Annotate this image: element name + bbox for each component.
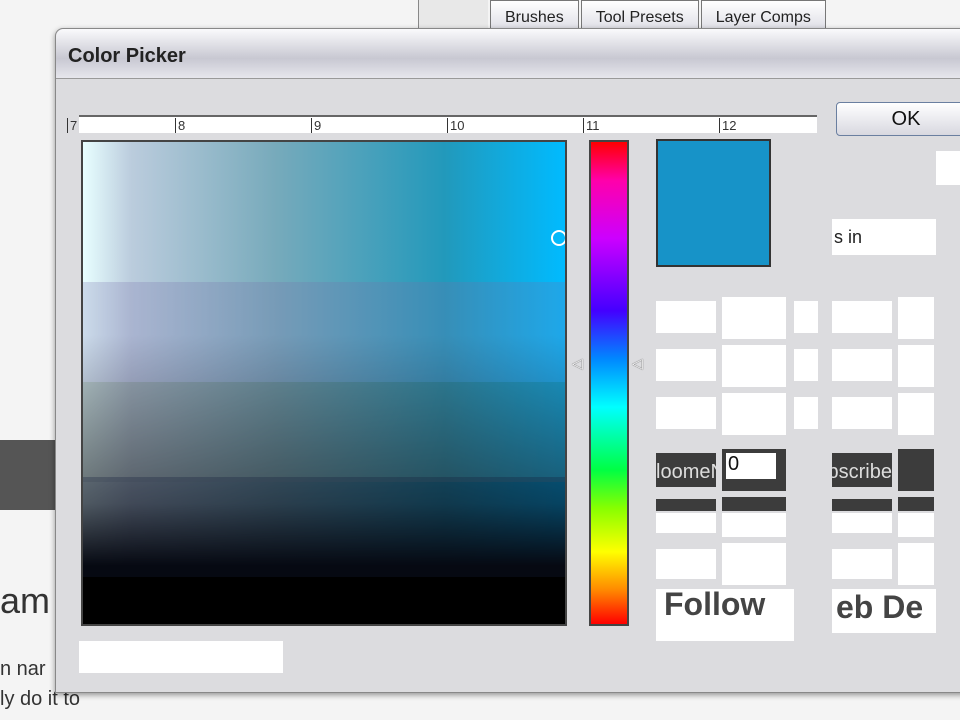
value-field[interactable]	[832, 397, 892, 429]
ruler-label: 11	[583, 118, 600, 133]
value-field[interactable]	[832, 549, 892, 579]
value-field[interactable]	[898, 393, 934, 435]
value-field[interactable]	[656, 513, 716, 533]
dialog-title: Color Picker	[68, 45, 186, 67]
dark-bar	[898, 497, 934, 511]
hex-field[interactable]	[79, 641, 283, 673]
background-heading: am	[0, 580, 51, 621]
color-selector-ring[interactable]	[551, 230, 565, 246]
value-field[interactable]	[722, 345, 786, 387]
value-field[interactable]	[794, 397, 818, 429]
overlay-text-follow: Follow	[656, 589, 794, 641]
ruler-label: 12	[719, 118, 736, 133]
overlay-text-subscribe: ubscribe	[832, 453, 892, 487]
dark-bar	[832, 499, 892, 511]
value-field[interactable]	[656, 549, 716, 579]
partial-text-field[interactable]: s in	[832, 219, 936, 255]
hue-slider-right-arrow[interactable]: ◁	[632, 355, 643, 372]
value-field[interactable]	[898, 513, 934, 537]
value-field[interactable]	[898, 543, 934, 585]
background-text-line: n nar	[0, 658, 46, 680]
button-placeholder	[936, 151, 960, 185]
value-field[interactable]	[656, 349, 716, 381]
value-field[interactable]	[898, 297, 934, 339]
field-band	[83, 282, 565, 382]
value-field[interactable]	[898, 345, 934, 387]
background-dark-band	[0, 440, 56, 510]
dialog-titlebar[interactable]: Color Picker	[56, 29, 960, 79]
value-field[interactable]	[832, 513, 892, 533]
selected-color-swatch	[656, 139, 771, 267]
overlay-text-bloomer: loomeN	[656, 453, 716, 487]
color-picker-dialog: Color Picker 7 8 9 10 11 12 ◁ ◁ OK s in …	[55, 28, 960, 693]
value-field[interactable]	[722, 543, 786, 585]
dark-bar	[722, 497, 786, 511]
value-field[interactable]	[832, 349, 892, 381]
value-field[interactable]	[794, 301, 818, 333]
value-field[interactable]	[656, 397, 716, 429]
dark-block	[898, 449, 934, 491]
value-field[interactable]	[722, 297, 786, 339]
ruler-label: 8	[175, 118, 185, 133]
value-field[interactable]	[722, 513, 786, 537]
ruler-label: 9	[311, 118, 321, 133]
ruler-label: 10	[447, 118, 464, 133]
hue-slider[interactable]	[589, 140, 629, 626]
field-band	[83, 477, 565, 577]
dark-bar	[656, 499, 716, 511]
hue-slider-left-arrow[interactable]: ◁	[572, 355, 583, 372]
overlay-text-web-design: eb De	[832, 589, 936, 633]
value-field[interactable]	[722, 393, 786, 435]
ruler-label: 7	[67, 118, 77, 133]
ok-button[interactable]: OK	[836, 102, 960, 136]
value-field[interactable]	[832, 301, 892, 333]
value-field[interactable]	[794, 349, 818, 381]
ruler: 7 8 9 10 11 12	[67, 115, 817, 133]
value-input[interactable]: 0	[726, 453, 776, 479]
field-value-container: 0	[722, 449, 786, 491]
field-band	[83, 382, 565, 482]
value-field[interactable]	[656, 301, 716, 333]
color-field[interactable]	[81, 140, 567, 626]
